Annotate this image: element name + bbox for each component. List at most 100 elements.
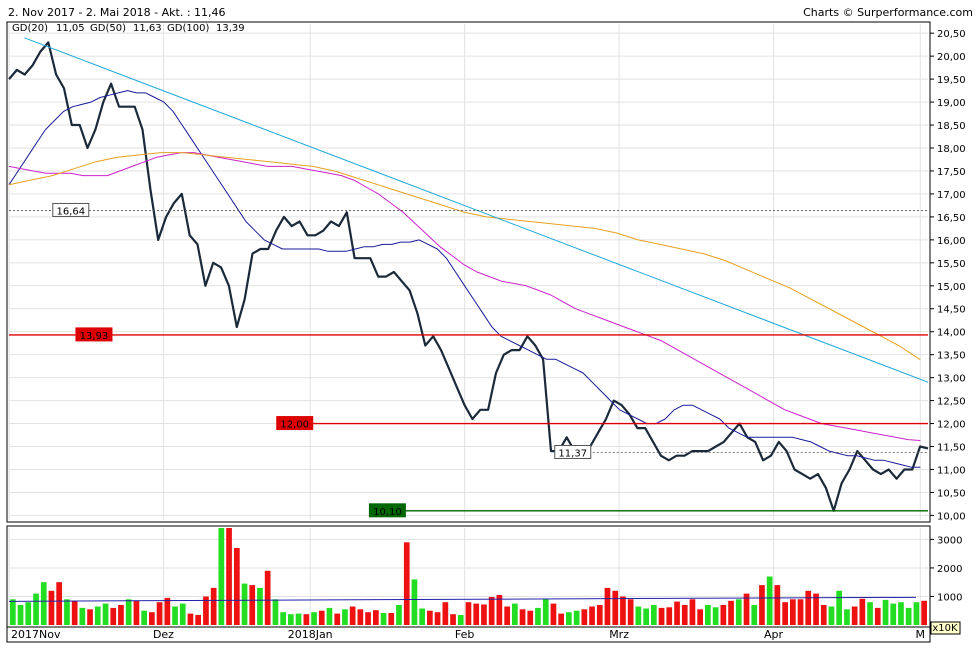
volume-bar [550, 603, 557, 625]
time-tick-label: Mrz [609, 628, 629, 641]
volume-bar [504, 606, 510, 625]
volume-bar [813, 593, 819, 625]
volume-bar [805, 590, 812, 625]
volume-bar [311, 612, 317, 625]
volume-bar [766, 576, 773, 625]
price-tick-label: 10,00 [937, 511, 966, 522]
volume-bar [905, 607, 912, 625]
volume-bar [681, 605, 688, 625]
volume-bar [280, 612, 286, 625]
volume-bar [357, 609, 364, 625]
volume-bar [218, 528, 225, 625]
volume-bar [10, 599, 16, 625]
volume-bar [527, 610, 534, 625]
volume-bar [890, 603, 897, 625]
volume-bar [457, 615, 464, 625]
volume-bar [542, 599, 549, 625]
volume-bar [264, 570, 271, 625]
legend-gd20-label: GD(20) [12, 23, 48, 34]
reference-label: 13,93 [80, 331, 109, 342]
volume-bar [40, 582, 47, 625]
volume-bar [172, 606, 178, 625]
price-tick-label: 19,00 [937, 98, 966, 109]
volume-bar [450, 614, 456, 625]
volume-bar [349, 606, 356, 625]
volume-bar [882, 599, 889, 625]
volume-bar [125, 599, 132, 625]
time-tick-label: Dez [153, 628, 174, 641]
volume-bar [558, 613, 564, 625]
volume-bar [388, 613, 395, 625]
volume-bar [874, 607, 881, 625]
volume-bar [635, 606, 642, 625]
price-tick-label: 11,50 [937, 443, 966, 454]
volume-bar [141, 610, 147, 625]
price-tick-label: 13,00 [937, 374, 966, 385]
price-tick-label: 14,00 [937, 328, 966, 339]
volume-bar [535, 607, 541, 625]
volume-bar [373, 610, 379, 625]
volume-bar [226, 528, 232, 625]
price-tick-label: 20,00 [937, 52, 966, 63]
volume-bar [110, 607, 117, 625]
volume-bar [898, 602, 904, 625]
volume-bar [87, 609, 93, 625]
volume-bar [759, 585, 765, 625]
volume-bar [71, 600, 78, 626]
price-tick-label: 13,50 [937, 351, 966, 362]
price-tick-label: 17,50 [937, 167, 966, 178]
price-tick-label: 20,50 [937, 29, 966, 40]
volume-bar [867, 602, 873, 625]
volume-bar [156, 602, 163, 625]
price-tick-label: 17,00 [937, 190, 966, 201]
volume-bar [380, 613, 387, 625]
volume-bar [921, 600, 927, 626]
volume-bar [48, 590, 55, 625]
legend-gd100-value: 13,39 [216, 23, 245, 34]
header-brand: Charts © Surperformance.com [803, 6, 973, 19]
volume-bar [427, 610, 433, 625]
price-tick-label: 15,00 [937, 282, 966, 293]
volume-tick-label: 3000 [937, 535, 962, 546]
volume-bar [797, 599, 804, 625]
volume-bar [612, 590, 619, 625]
volume-bar [589, 606, 595, 625]
volume-bar [674, 601, 680, 625]
volume-bar [658, 607, 665, 625]
price-tick-label: 12,50 [937, 397, 966, 408]
volume-bar [295, 613, 302, 625]
price-tick-label: 19,50 [937, 75, 966, 86]
volume-bar [249, 585, 256, 625]
volume-bar [288, 614, 294, 625]
stock-chart: 16,64 13,93 12,00 11,37 10,10 10,00 10,50 11,0… [6, 6, 973, 643]
volume-bar [774, 585, 781, 625]
legend-gd100-label: GD(100) [167, 23, 209, 34]
volume-tick-label: 2000 [937, 564, 962, 575]
legend-gd20-value: 11,05 [56, 23, 85, 34]
legend-gd50-value: 11,63 [133, 23, 162, 34]
volume-bar [118, 605, 124, 625]
volume-bar [488, 597, 495, 625]
volume-bar [519, 609, 526, 625]
price-axis: 10,00 10,50 11,00 11,50 12,00 12,50 13,00 13,50… [930, 29, 966, 522]
volume-bar [195, 615, 201, 625]
volume-bar [241, 583, 248, 625]
price-tick-label: 12,00 [937, 420, 966, 431]
volume-tick-label: 1000 [937, 592, 962, 603]
price-tick-label: 18,50 [937, 121, 966, 132]
volume-bar [411, 579, 418, 625]
volume-bar [620, 596, 626, 625]
reference-label: 11,37 [558, 448, 587, 459]
volume-bar [735, 599, 742, 625]
volume-bar [643, 608, 649, 625]
volume-bar [720, 605, 727, 625]
time-tick-label: 2018Jan [288, 628, 333, 641]
volume-bar [712, 607, 719, 625]
price-tick-label: 18,00 [937, 144, 966, 155]
volume-bar [102, 603, 109, 625]
price-tick-label: 14,50 [937, 305, 966, 316]
reference-label: 16,64 [56, 206, 85, 217]
volume-bar [820, 605, 827, 625]
volume-bar [481, 604, 487, 625]
volume-unit-label: x10K [932, 623, 958, 634]
